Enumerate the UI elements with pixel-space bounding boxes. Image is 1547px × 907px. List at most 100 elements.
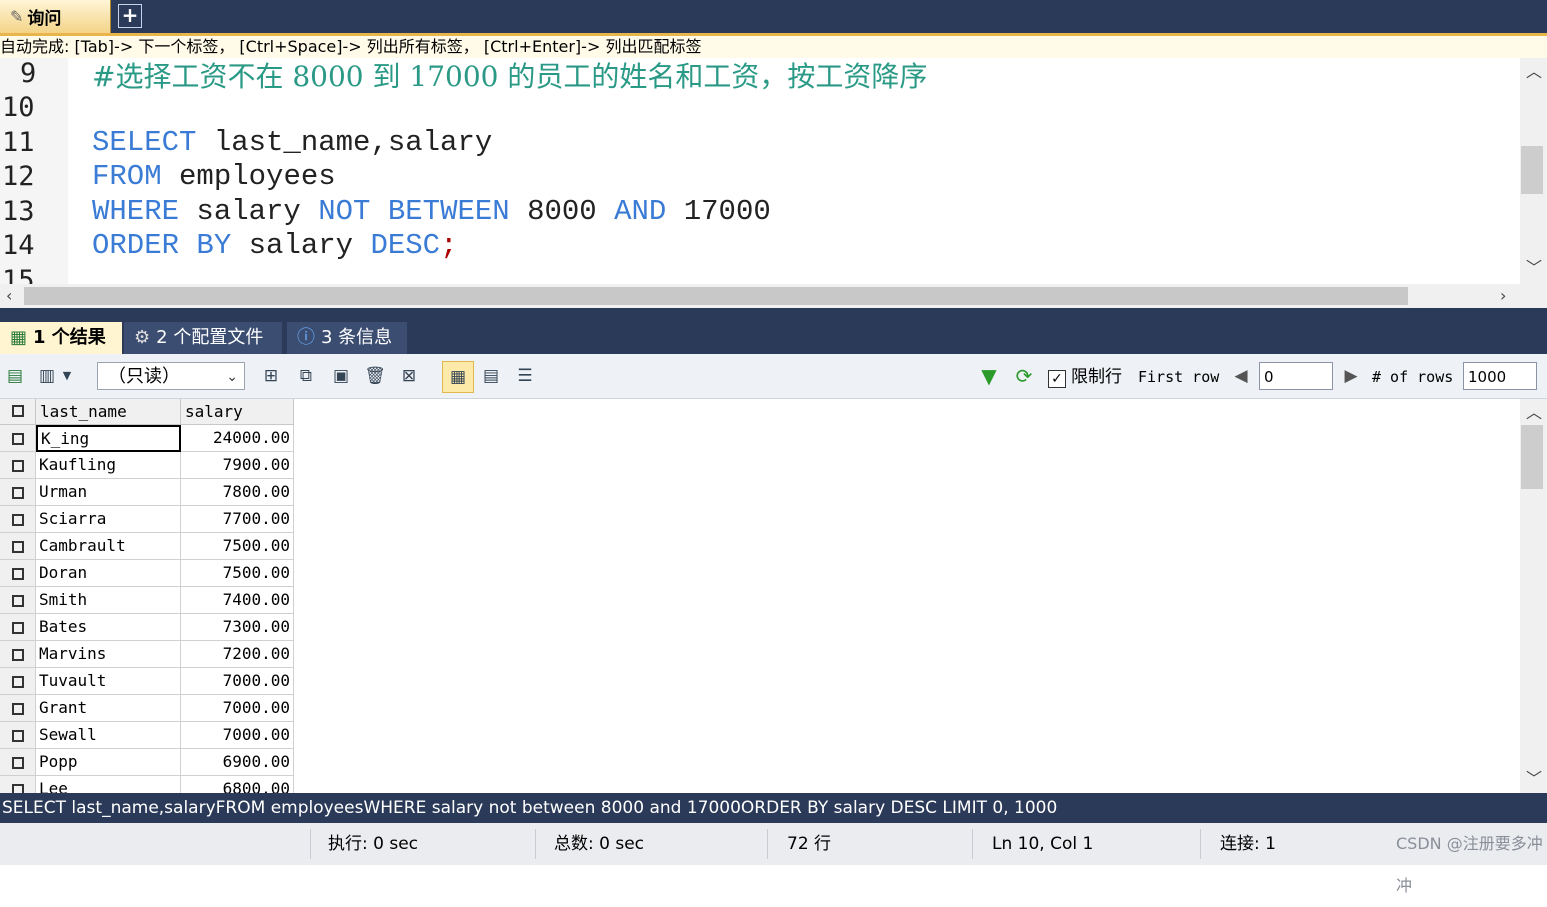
scroll-down-icon[interactable]: ﹀ [1526,769,1542,789]
scroll-right-icon[interactable]: › [1500,286,1506,306]
tab-messages[interactable]: ⓘ 3 条信息 [287,322,407,354]
profile-icon: ⚙ [134,327,151,348]
row-checkbox[interactable] [0,533,36,560]
exec-time: 执行: 0 sec [328,834,419,854]
scroll-down-icon[interactable]: ﹀ [1526,258,1542,278]
autocomplete-hint: 自动完成: [Tab]-> 下一个标签， [Ctrl+Space]-> 列出所有… [0,36,1547,58]
row-checkbox[interactable] [0,668,36,695]
checkbox-icon [11,567,24,580]
cell-last-name[interactable]: Cambrault [36,533,181,560]
dropdown-arrow-icon[interactable]: ▼ [60,365,74,387]
row-checkbox[interactable] [0,479,36,506]
cell-salary[interactable]: 6800.00 [181,776,294,793]
cell-last-name[interactable]: Bates [36,614,181,641]
row-checkbox[interactable] [0,722,36,749]
cell-last-name[interactable]: Kaufling [36,452,181,479]
line-number: 9 [20,58,37,89]
delete-icon[interactable]: 🗑 [364,365,386,387]
cell-last-name[interactable]: Sciarra [36,506,181,533]
cell-salary[interactable]: 7200.00 [181,641,294,668]
read-only-select-value: （只读） [108,366,180,387]
editor-vscroll-thumb[interactable] [1521,146,1543,194]
cell-last-name[interactable]: Sewall [36,722,181,749]
cell-last-name[interactable]: Tuvault [36,668,181,695]
row-checkbox[interactable] [0,776,36,793]
checkbox-icon [11,729,24,742]
sql-keyword: ORDER BY [92,229,232,262]
cell-last-name[interactable]: Doran [36,560,181,587]
row-checkbox[interactable] [0,749,36,776]
cell-last-name[interactable]: Popp [36,749,181,776]
chevron-down-icon: ⌄ [226,369,238,385]
scroll-up-icon[interactable]: ︿ [1526,62,1542,82]
cell-salary[interactable]: 7500.00 [181,560,294,587]
result-grid[interactable]: last_name salary K_ing 24000.00 Kaufling 79… [0,399,1520,793]
cell-salary[interactable]: 7900.00 [181,452,294,479]
first-row-input[interactable]: 0 [1259,362,1333,390]
filter-icon[interactable]: ▼ [978,365,1000,387]
row-checkbox[interactable] [0,560,36,587]
cell-salary[interactable]: 6900.00 [181,749,294,776]
cell-salary[interactable]: 7000.00 [181,695,294,722]
import-icon[interactable]: ▥ [36,365,58,387]
cell-last-name[interactable]: K_ing [36,425,181,452]
refresh-icon[interactable]: ⟳ [1013,365,1035,387]
grid-view-icon[interactable]: ▦ [442,361,474,393]
row-checkbox[interactable] [0,452,36,479]
cell-last-name[interactable]: Urman [36,479,181,506]
row-checkbox[interactable] [0,425,36,452]
select-all-checkbox[interactable] [0,399,36,425]
prev-page-icon[interactable]: ◀ [1230,365,1252,387]
code-text: 17000 [666,195,771,228]
cell-last-name[interactable]: Lee [36,776,181,793]
next-page-icon[interactable]: ▶ [1340,365,1362,387]
total-time: 总数: 0 sec [554,834,645,854]
column-header-last-name[interactable]: last_name [36,399,181,425]
query-tab[interactable]: ✎ 询问 [0,0,111,33]
tab-results[interactable]: ▦ 1 个结果 [0,322,122,354]
divider [535,829,536,859]
form-view-icon[interactable]: ▤ [480,365,502,387]
read-only-select[interactable]: （只读） ⌄ [97,362,245,390]
insert-row-icon[interactable]: ⊞ [260,365,282,387]
row-checkbox[interactable] [0,587,36,614]
divider [1200,829,1201,859]
row-checkbox[interactable] [0,695,36,722]
cell-salary[interactable]: 24000.00 [181,425,294,452]
row-checkbox[interactable] [0,614,36,641]
cell-salary[interactable]: 7300.00 [181,614,294,641]
cell-salary[interactable]: 7400.00 [181,587,294,614]
query-tab-bar [0,0,1547,33]
tab-profiles[interactable]: ⚙ 2 个配置文件 [124,322,282,354]
scroll-up-icon[interactable]: ︿ [1526,403,1542,423]
code-text: ; [440,229,458,262]
cell-salary[interactable]: 7000.00 [181,668,294,695]
row-checkbox[interactable] [0,506,36,533]
column-header-salary[interactable]: salary [181,399,294,425]
cell-salary[interactable]: 7500.00 [181,533,294,560]
cell-salary[interactable]: 7000.00 [181,722,294,749]
scroll-left-icon[interactable]: ‹ [6,286,12,306]
cursor-position: Ln 10, Col 1 [992,834,1094,854]
watermark: CSDN @注册要多冲冲 [1396,834,1543,895]
sql-keyword: FROM [92,160,162,193]
rows-count-input[interactable]: 1000 [1463,362,1537,390]
cell-salary[interactable]: 7700.00 [181,506,294,533]
editor-hscroll-thumb[interactable] [24,287,1408,305]
add-tab-button[interactable]: + [118,4,142,28]
text-view-icon[interactable]: ☰ [514,365,536,387]
duplicate-row-icon[interactable]: ⧉ [295,365,317,387]
cell-last-name[interactable]: Grant [36,695,181,722]
cancel-changes-icon[interactable]: ⊠ [398,365,420,387]
sql-editor[interactable]: 9 10 11 12 13 14 15 #选择工资不在 8000 到 17000… [0,58,1520,284]
grid-vscroll-thumb[interactable] [1521,425,1543,489]
code-text: salary [179,195,319,228]
cell-last-name[interactable]: Smith [36,587,181,614]
cell-salary[interactable]: 7800.00 [181,479,294,506]
cell-last-name[interactable]: Marvins [36,641,181,668]
save-icon[interactable]: ▣ [330,365,352,387]
limit-rows-checkbox[interactable]: ✓ [1048,368,1066,388]
row-checkbox[interactable] [0,641,36,668]
export-icon[interactable]: ▤ [4,365,26,387]
connection-count: 连接: 1 [1220,834,1276,854]
